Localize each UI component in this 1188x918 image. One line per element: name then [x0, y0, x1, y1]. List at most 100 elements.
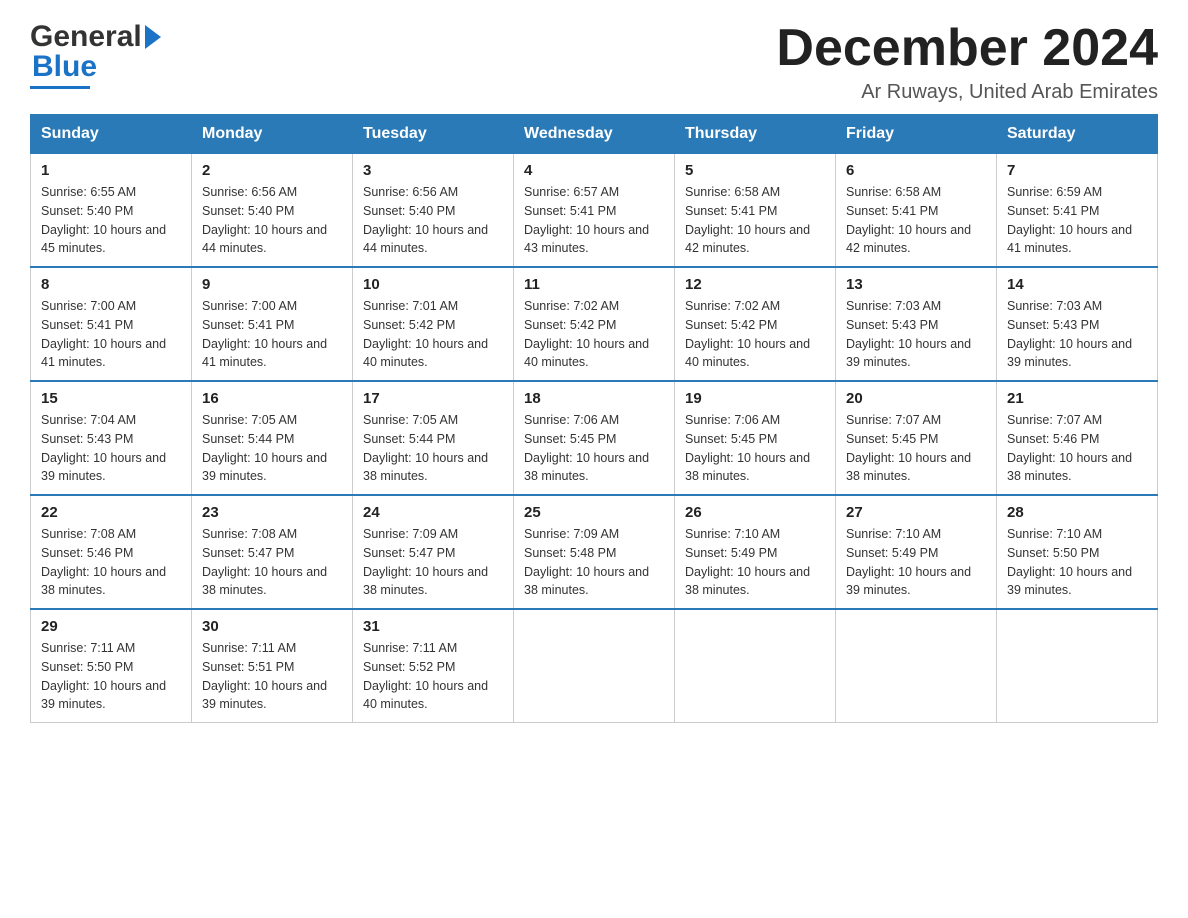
weekday-header-row: SundayMondayTuesdayWednesdayThursdayFrid…: [31, 115, 1158, 154]
calendar-cell: 26 Sunrise: 7:10 AMSunset: 5:49 PMDaylig…: [675, 495, 836, 609]
calendar-week-row: 22 Sunrise: 7:08 AMSunset: 5:46 PMDaylig…: [31, 495, 1158, 609]
calendar-cell: 31 Sunrise: 7:11 AMSunset: 5:52 PMDaylig…: [353, 609, 514, 723]
weekday-header-tuesday: Tuesday: [353, 115, 514, 154]
logo-underline: [30, 86, 90, 89]
location-subtitle: Ar Ruways, United Arab Emirates: [776, 81, 1158, 104]
calendar-cell: 13 Sunrise: 7:03 AMSunset: 5:43 PMDaylig…: [836, 267, 997, 381]
calendar-cell: 10 Sunrise: 7:01 AMSunset: 5:42 PMDaylig…: [353, 267, 514, 381]
day-number: 19: [685, 390, 825, 407]
weekday-header-monday: Monday: [192, 115, 353, 154]
day-number: 21: [1007, 390, 1147, 407]
logo-arrow-icon: [145, 25, 161, 49]
day-info: Sunrise: 7:02 AMSunset: 5:42 PMDaylight:…: [524, 299, 649, 369]
day-info: Sunrise: 7:03 AMSunset: 5:43 PMDaylight:…: [1007, 299, 1132, 369]
day-info: Sunrise: 7:11 AMSunset: 5:50 PMDaylight:…: [41, 641, 166, 711]
calendar-cell: 17 Sunrise: 7:05 AMSunset: 5:44 PMDaylig…: [353, 381, 514, 495]
day-info: Sunrise: 7:06 AMSunset: 5:45 PMDaylight:…: [685, 413, 810, 483]
weekday-header-sunday: Sunday: [31, 115, 192, 154]
calendar-cell: [675, 609, 836, 723]
day-number: 12: [685, 276, 825, 293]
day-number: 14: [1007, 276, 1147, 293]
title-block: December 2024 Ar Ruways, United Arab Emi…: [776, 20, 1158, 104]
day-number: 8: [41, 276, 181, 293]
calendar-cell: 20 Sunrise: 7:07 AMSunset: 5:45 PMDaylig…: [836, 381, 997, 495]
day-info: Sunrise: 6:58 AMSunset: 5:41 PMDaylight:…: [846, 185, 971, 255]
day-info: Sunrise: 7:00 AMSunset: 5:41 PMDaylight:…: [202, 299, 327, 369]
day-info: Sunrise: 6:56 AMSunset: 5:40 PMDaylight:…: [363, 185, 488, 255]
logo: General Blue: [30, 20, 161, 89]
calendar-cell: 3 Sunrise: 6:56 AMSunset: 5:40 PMDayligh…: [353, 154, 514, 268]
calendar-cell: 7 Sunrise: 6:59 AMSunset: 5:41 PMDayligh…: [997, 154, 1158, 268]
calendar-cell: 6 Sunrise: 6:58 AMSunset: 5:41 PMDayligh…: [836, 154, 997, 268]
calendar-cell: 16 Sunrise: 7:05 AMSunset: 5:44 PMDaylig…: [192, 381, 353, 495]
day-info: Sunrise: 7:07 AMSunset: 5:45 PMDaylight:…: [846, 413, 971, 483]
day-number: 26: [685, 504, 825, 521]
calendar-cell: 28 Sunrise: 7:10 AMSunset: 5:50 PMDaylig…: [997, 495, 1158, 609]
day-number: 16: [202, 390, 342, 407]
day-number: 17: [363, 390, 503, 407]
calendar-cell: [997, 609, 1158, 723]
day-info: Sunrise: 7:07 AMSunset: 5:46 PMDaylight:…: [1007, 413, 1132, 483]
page-header: General Blue December 2024 Ar Ruways, Un…: [30, 20, 1158, 104]
day-number: 29: [41, 618, 181, 635]
day-number: 20: [846, 390, 986, 407]
day-info: Sunrise: 7:10 AMSunset: 5:50 PMDaylight:…: [1007, 527, 1132, 597]
day-number: 28: [1007, 504, 1147, 521]
calendar-cell: 23 Sunrise: 7:08 AMSunset: 5:47 PMDaylig…: [192, 495, 353, 609]
calendar-cell: 18 Sunrise: 7:06 AMSunset: 5:45 PMDaylig…: [514, 381, 675, 495]
day-number: 3: [363, 162, 503, 179]
day-info: Sunrise: 6:56 AMSunset: 5:40 PMDaylight:…: [202, 185, 327, 255]
day-number: 10: [363, 276, 503, 293]
day-number: 31: [363, 618, 503, 635]
day-info: Sunrise: 6:58 AMSunset: 5:41 PMDaylight:…: [685, 185, 810, 255]
calendar-week-row: 15 Sunrise: 7:04 AMSunset: 5:43 PMDaylig…: [31, 381, 1158, 495]
day-number: 18: [524, 390, 664, 407]
calendar-cell: 9 Sunrise: 7:00 AMSunset: 5:41 PMDayligh…: [192, 267, 353, 381]
day-info: Sunrise: 6:57 AMSunset: 5:41 PMDaylight:…: [524, 185, 649, 255]
day-info: Sunrise: 7:09 AMSunset: 5:48 PMDaylight:…: [524, 527, 649, 597]
calendar-cell: 5 Sunrise: 6:58 AMSunset: 5:41 PMDayligh…: [675, 154, 836, 268]
day-number: 24: [363, 504, 503, 521]
calendar-cell: 24 Sunrise: 7:09 AMSunset: 5:47 PMDaylig…: [353, 495, 514, 609]
day-info: Sunrise: 7:00 AMSunset: 5:41 PMDaylight:…: [41, 299, 166, 369]
day-number: 13: [846, 276, 986, 293]
day-info: Sunrise: 7:06 AMSunset: 5:45 PMDaylight:…: [524, 413, 649, 483]
weekday-header-friday: Friday: [836, 115, 997, 154]
calendar-cell: 19 Sunrise: 7:06 AMSunset: 5:45 PMDaylig…: [675, 381, 836, 495]
day-number: 9: [202, 276, 342, 293]
day-number: 7: [1007, 162, 1147, 179]
month-title: December 2024: [776, 20, 1158, 77]
weekday-header-thursday: Thursday: [675, 115, 836, 154]
day-info: Sunrise: 7:08 AMSunset: 5:46 PMDaylight:…: [41, 527, 166, 597]
calendar-cell: 22 Sunrise: 7:08 AMSunset: 5:46 PMDaylig…: [31, 495, 192, 609]
calendar-cell: 21 Sunrise: 7:07 AMSunset: 5:46 PMDaylig…: [997, 381, 1158, 495]
day-number: 15: [41, 390, 181, 407]
calendar-cell: 14 Sunrise: 7:03 AMSunset: 5:43 PMDaylig…: [997, 267, 1158, 381]
calendar-cell: [836, 609, 997, 723]
calendar-cell: 30 Sunrise: 7:11 AMSunset: 5:51 PMDaylig…: [192, 609, 353, 723]
day-number: 2: [202, 162, 342, 179]
day-info: Sunrise: 7:01 AMSunset: 5:42 PMDaylight:…: [363, 299, 488, 369]
calendar-cell: 29 Sunrise: 7:11 AMSunset: 5:50 PMDaylig…: [31, 609, 192, 723]
day-number: 27: [846, 504, 986, 521]
calendar-cell: 1 Sunrise: 6:55 AMSunset: 5:40 PMDayligh…: [31, 154, 192, 268]
weekday-header-saturday: Saturday: [997, 115, 1158, 154]
calendar-cell: 8 Sunrise: 7:00 AMSunset: 5:41 PMDayligh…: [31, 267, 192, 381]
day-number: 6: [846, 162, 986, 179]
calendar-table: SundayMondayTuesdayWednesdayThursdayFrid…: [30, 114, 1158, 723]
day-number: 1: [41, 162, 181, 179]
calendar-cell: 25 Sunrise: 7:09 AMSunset: 5:48 PMDaylig…: [514, 495, 675, 609]
day-number: 5: [685, 162, 825, 179]
calendar-cell: 2 Sunrise: 6:56 AMSunset: 5:40 PMDayligh…: [192, 154, 353, 268]
day-info: Sunrise: 7:11 AMSunset: 5:51 PMDaylight:…: [202, 641, 327, 711]
day-info: Sunrise: 7:09 AMSunset: 5:47 PMDaylight:…: [363, 527, 488, 597]
day-number: 22: [41, 504, 181, 521]
day-number: 23: [202, 504, 342, 521]
day-info: Sunrise: 7:10 AMSunset: 5:49 PMDaylight:…: [846, 527, 971, 597]
calendar-week-row: 8 Sunrise: 7:00 AMSunset: 5:41 PMDayligh…: [31, 267, 1158, 381]
day-info: Sunrise: 6:55 AMSunset: 5:40 PMDaylight:…: [41, 185, 166, 255]
day-info: Sunrise: 7:08 AMSunset: 5:47 PMDaylight:…: [202, 527, 327, 597]
day-info: Sunrise: 7:10 AMSunset: 5:49 PMDaylight:…: [685, 527, 810, 597]
calendar-cell: 27 Sunrise: 7:10 AMSunset: 5:49 PMDaylig…: [836, 495, 997, 609]
day-info: Sunrise: 7:11 AMSunset: 5:52 PMDaylight:…: [363, 641, 488, 711]
